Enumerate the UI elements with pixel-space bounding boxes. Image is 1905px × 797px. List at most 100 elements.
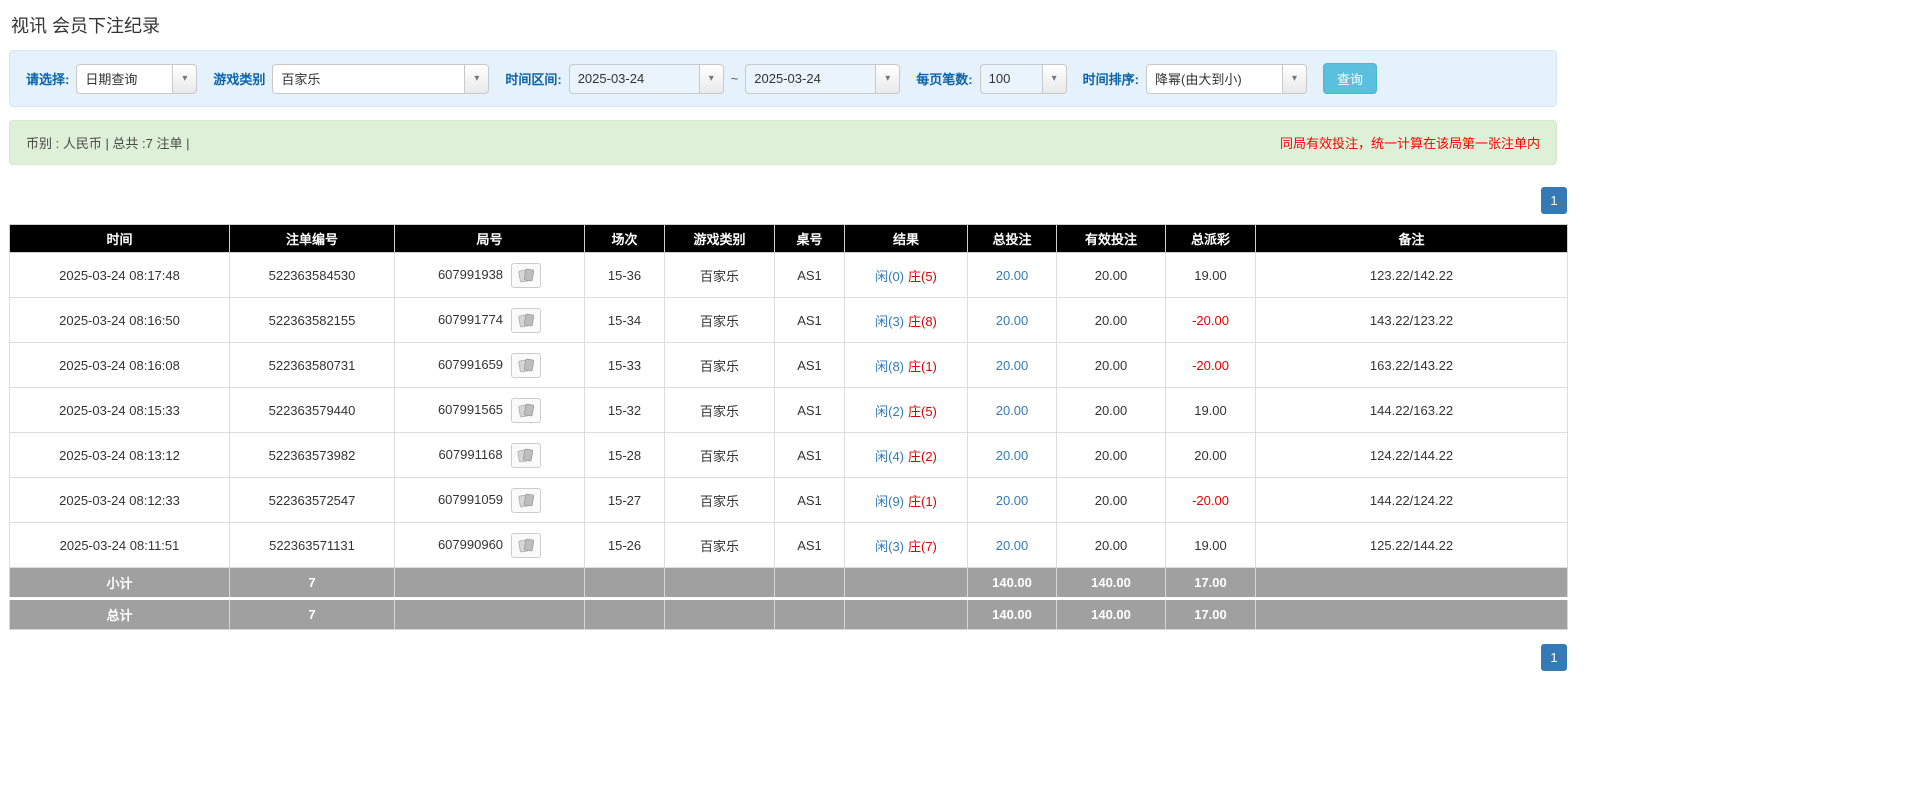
- cell-session: 15-28: [584, 432, 665, 478]
- col-header-session: 场次: [584, 224, 665, 253]
- cell-session: 15-33: [584, 342, 665, 388]
- cell-table-no: AS1: [774, 522, 845, 568]
- cell-time: 2025-03-24 08:16:08: [9, 342, 230, 388]
- subtotal-row: 小计 7 140.00 140.00 17.00: [9, 567, 1568, 599]
- col-header-time: 时间: [9, 224, 230, 253]
- empty-cell: [844, 597, 968, 630]
- result-player: 闲(4): [875, 448, 904, 464]
- cell-result: 闲(2) 庄(5): [844, 387, 968, 433]
- cell-table-no: AS1: [774, 342, 845, 388]
- table-body: 2025-03-24 08:17:48 522363584530 6079919…: [9, 252, 1568, 568]
- total-payout: 17.00: [1165, 597, 1256, 630]
- empty-cell: [394, 597, 585, 630]
- game-type-combobox: ▾: [272, 63, 490, 94]
- result-player: 闲(3): [875, 313, 904, 329]
- total-bet-link[interactable]: 20.00: [996, 268, 1029, 283]
- filter-group-page-size: 每页笔数: ▾: [916, 63, 1067, 94]
- table-row: 2025-03-24 08:13:12 522363573982 6079911…: [9, 432, 1568, 478]
- page-1-button[interactable]: 1: [1541, 644, 1567, 671]
- cell-bet-id: 522363584530: [229, 252, 395, 298]
- cell-valid-bet: 20.00: [1056, 477, 1166, 523]
- cell-payout: -20.00: [1165, 477, 1256, 523]
- empty-cell: [774, 567, 845, 599]
- cell-result: 闲(3) 庄(7): [844, 522, 968, 568]
- search-button[interactable]: 查询: [1322, 63, 1377, 94]
- date-from-input[interactable]: [568, 63, 699, 94]
- chevron-down-icon[interactable]: ▾: [875, 63, 901, 94]
- cards-icon: [517, 268, 534, 282]
- cell-payout: 19.00: [1165, 252, 1256, 298]
- total-bet-link[interactable]: 20.00: [996, 313, 1029, 328]
- chevron-down-icon[interactable]: ▾: [464, 63, 490, 94]
- sort-combobox: ▾: [1145, 63, 1307, 94]
- empty-cell: [584, 567, 665, 599]
- cell-game-type: 百家乐: [664, 387, 775, 433]
- total-bet-link[interactable]: 20.00: [996, 448, 1029, 463]
- cell-game-type: 百家乐: [664, 477, 775, 523]
- col-header-round: 局号: [394, 224, 585, 253]
- subtotal-payout: 17.00: [1165, 567, 1256, 599]
- game-type-input[interactable]: [272, 63, 465, 94]
- cell-payout: -20.00: [1165, 342, 1256, 388]
- cell-table-no: AS1: [774, 432, 845, 478]
- view-cards-button[interactable]: [511, 532, 542, 558]
- cell-round: 607991168: [394, 432, 585, 478]
- page-container: 视讯 会员下注纪录 请选择: ▾ 游戏类别 ▾ 时间区间: ▾ ~: [0, 0, 1568, 679]
- total-bet-link[interactable]: 20.00: [996, 493, 1029, 508]
- cell-round: 607991659: [394, 342, 585, 388]
- summary-bar: 币别 : 人民币 | 总共 :7 注单 | 同局有效投注，统一计算在该局第一张注…: [9, 120, 1557, 165]
- cell-bet-id: 522363579440: [229, 387, 395, 433]
- view-cards-button[interactable]: [510, 442, 541, 468]
- table-footer: 小计 7 140.00 140.00 17.00 总计 7 140.00 140…: [9, 567, 1568, 630]
- empty-cell: [774, 597, 845, 630]
- cards-icon: [517, 493, 534, 507]
- col-header-bet-id: 注单编号: [229, 224, 395, 253]
- view-cards-button[interactable]: [511, 262, 542, 288]
- subtotal-label: 小计: [9, 567, 230, 599]
- total-bet-link[interactable]: 20.00: [996, 358, 1029, 373]
- page-size-input[interactable]: [979, 63, 1042, 94]
- empty-cell: [394, 567, 585, 599]
- total-bet-link[interactable]: 20.00: [996, 538, 1029, 553]
- cell-total-bet: 20.00: [967, 477, 1057, 523]
- cell-total-bet: 20.00: [967, 387, 1057, 433]
- cell-payout: 19.00: [1165, 387, 1256, 433]
- result-player: 闲(3): [875, 538, 904, 554]
- chevron-down-icon[interactable]: ▾: [1281, 63, 1307, 94]
- currency-total-info: 币别 : 人民币 | 总共 :7 注单 |: [26, 136, 190, 151]
- sort-input[interactable]: [1145, 63, 1282, 94]
- cell-note: 144.22/163.22: [1255, 387, 1568, 433]
- view-cards-button[interactable]: [511, 352, 542, 378]
- cell-result: 闲(9) 庄(1): [844, 477, 968, 523]
- table-row: 2025-03-24 08:17:48 522363584530 6079919…: [9, 252, 1568, 298]
- cell-total-bet: 20.00: [967, 297, 1057, 343]
- chevron-down-icon[interactable]: ▾: [172, 63, 198, 94]
- total-bet-link[interactable]: 20.00: [996, 403, 1029, 418]
- cell-bet-id: 522363573982: [229, 432, 395, 478]
- cell-valid-bet: 20.00: [1056, 387, 1166, 433]
- cell-valid-bet: 20.00: [1056, 297, 1166, 343]
- result-banker: 庄(5): [908, 268, 937, 284]
- chevron-down-icon[interactable]: ▾: [698, 63, 724, 94]
- table-row: 2025-03-24 08:12:33 522363572547 6079910…: [9, 477, 1568, 523]
- cell-time: 2025-03-24 08:11:51: [9, 522, 230, 568]
- chevron-down-icon[interactable]: ▾: [1041, 63, 1067, 94]
- page-title: 视讯 会员下注纪录: [11, 16, 161, 36]
- total-total-bet: 140.00: [967, 597, 1057, 630]
- date-to-input[interactable]: [745, 63, 876, 94]
- cell-time: 2025-03-24 08:13:12: [9, 432, 230, 478]
- cell-game-type: 百家乐: [664, 432, 775, 478]
- cell-total-bet: 20.00: [967, 522, 1057, 568]
- cell-note: 125.22/144.22: [1255, 522, 1568, 568]
- query-type-input[interactable]: [76, 63, 173, 94]
- empty-cell: [844, 567, 968, 599]
- round-id: 607991659: [437, 356, 504, 372]
- view-cards-button[interactable]: [511, 487, 542, 513]
- view-cards-button[interactable]: [511, 307, 542, 333]
- cell-bet-id: 522363572547: [229, 477, 395, 523]
- cell-valid-bet: 20.00: [1056, 252, 1166, 298]
- page-1-button[interactable]: 1: [1541, 187, 1567, 214]
- cell-table-no: AS1: [774, 387, 845, 433]
- view-cards-button[interactable]: [511, 397, 542, 423]
- result-player: 闲(8): [875, 358, 904, 374]
